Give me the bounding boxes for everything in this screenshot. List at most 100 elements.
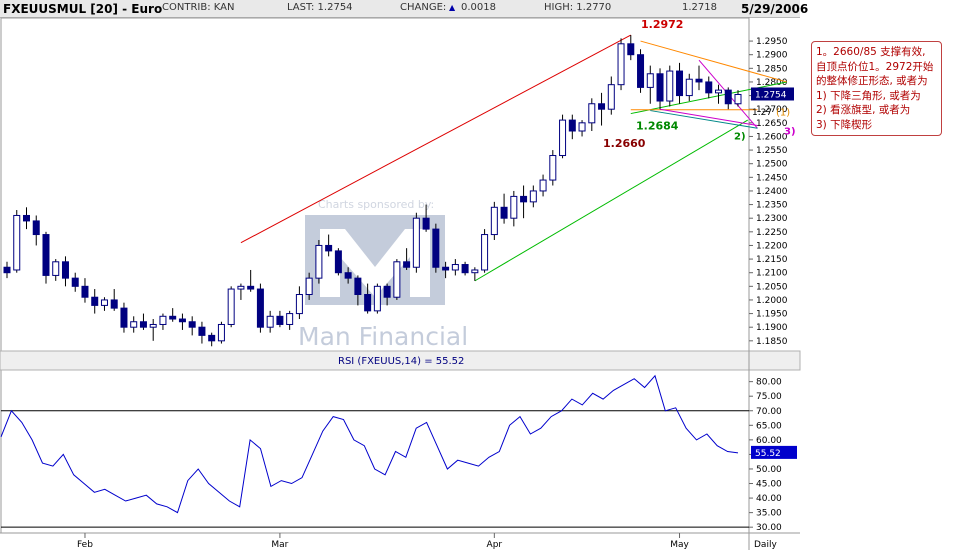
candlestick [705, 81, 713, 94]
candlestick [217, 323, 225, 342]
candlestick [169, 315, 177, 320]
candlestick [305, 277, 313, 295]
price-tick-label: 1.2150 [756, 255, 788, 265]
candlestick [227, 288, 235, 325]
candlestick [617, 43, 625, 86]
candlestick [344, 272, 352, 279]
candlestick [461, 264, 469, 274]
period-label: Daily [754, 540, 777, 550]
month-label: Apr [487, 540, 503, 550]
candlestick [256, 288, 264, 328]
change-label: CHANGE: [400, 2, 447, 13]
price-tick-label: 1.1950 [756, 310, 788, 320]
candlestick [32, 220, 40, 236]
candlestick [559, 119, 567, 157]
month-label: Mar [271, 540, 288, 550]
price-tick-label: 1.2900 [756, 51, 788, 61]
watermark-sponsor-text: Charts sponsored by: [318, 198, 434, 211]
candlestick [715, 89, 723, 94]
rsi-panel [0, 369, 750, 534]
candlestick [22, 214, 30, 222]
high-label: HIGH: 1.2770 [544, 2, 612, 13]
price-tick-label: 1.2000 [756, 296, 788, 306]
candlestick [315, 244, 323, 279]
candlestick [490, 206, 498, 236]
pattern-3-label: 3) [784, 127, 796, 138]
candlestick [373, 285, 381, 312]
price-tick-label: 1.2050 [756, 282, 788, 292]
candlestick [695, 78, 703, 83]
candlestick [578, 122, 586, 132]
candlestick [666, 70, 674, 102]
candlestick [178, 318, 186, 323]
candlestick [685, 78, 693, 97]
candlestick [354, 277, 362, 295]
change-value: 0.0018 [461, 2, 496, 13]
watermark-brand-text: Man Financial [298, 322, 468, 351]
candlestick [383, 285, 391, 298]
candlestick [676, 70, 684, 97]
rsi-last-value-label: 55.52 [755, 449, 781, 459]
candlestick [656, 73, 664, 102]
price-tick-label: 1.2650 [756, 119, 788, 129]
candlestick [481, 234, 489, 271]
price-tick-label: 1.2600 [756, 132, 788, 142]
price-tick-label: 1.2200 [756, 241, 788, 251]
chart-header: FXEUUSMUL [20] - Euro CONTRIB: KAN LAST:… [0, 0, 808, 18]
contrib-label: CONTRIB: KAN [162, 2, 235, 13]
candlestick [61, 261, 69, 279]
candlestick [52, 261, 60, 276]
support-1-2660-annotation: 1.2660 [603, 137, 646, 150]
price-tick-label: 1.2500 [756, 160, 788, 170]
candlestick [91, 296, 99, 306]
symbol-title: FXEUUSMUL [20] - Euro [3, 2, 163, 16]
price-tick-label: 1.2250 [756, 228, 788, 238]
candlestick [724, 89, 732, 105]
last-price-label: LAST: 1.2754 [287, 2, 353, 13]
price-tick-label: 1.2950 [756, 37, 788, 47]
candlestick [364, 294, 372, 312]
candlestick [266, 315, 274, 328]
candlestick [432, 228, 440, 268]
rsi-tick-label: 65.00 [756, 421, 782, 431]
price-tick-label: 1.1900 [756, 323, 788, 333]
candlestick [42, 234, 50, 276]
rsi-tick-label: 35.00 [756, 509, 782, 519]
rsi-tick-label: 60.00 [756, 436, 782, 446]
price-tick-label: 1.2550 [756, 146, 788, 156]
price-tick-label: 1.2850 [756, 64, 788, 74]
candlestick [520, 195, 528, 203]
annotation-note: 1。2660/85 支撑有效, 自顶点价位1。2972开始的整体修正形态, 或者… [811, 41, 942, 136]
candlestick [110, 299, 118, 309]
rsi-tick-label: 45.00 [756, 480, 782, 490]
date-label: 5/29/2006 [741, 2, 809, 16]
peak-price-annotation: 1.2972 [641, 18, 683, 31]
candlestick [539, 179, 547, 192]
secondary-price-label: 1.27 [752, 108, 772, 118]
candlestick [100, 299, 108, 306]
candlestick [81, 285, 89, 298]
rsi-tick-label: 75.00 [756, 392, 782, 402]
pattern-1-label: (1) [776, 108, 790, 119]
price-tick-label: 1.2300 [756, 214, 788, 224]
candlestick [247, 285, 255, 290]
candlestick [607, 84, 615, 110]
candlestick [646, 73, 654, 88]
candlestick [286, 313, 294, 325]
sponsor-watermark: Charts sponsored by: Man Financial [298, 198, 468, 351]
candlestick [403, 261, 411, 268]
candlestick [188, 321, 196, 328]
candlestick [334, 250, 342, 274]
price-tick-label: 1.2350 [756, 201, 788, 211]
candlestick [588, 103, 596, 124]
candlestick [71, 277, 79, 287]
triangle-up-icon: ▲ [449, 3, 456, 12]
candlestick [208, 334, 216, 342]
candlestick [3, 266, 11, 274]
candlestick [412, 217, 420, 268]
candlestick [451, 264, 459, 271]
candlestick [149, 323, 157, 328]
rsi-tick-label: 30.00 [756, 523, 782, 533]
rsi-tick-label: 40.00 [756, 494, 782, 504]
candlestick [442, 266, 450, 271]
